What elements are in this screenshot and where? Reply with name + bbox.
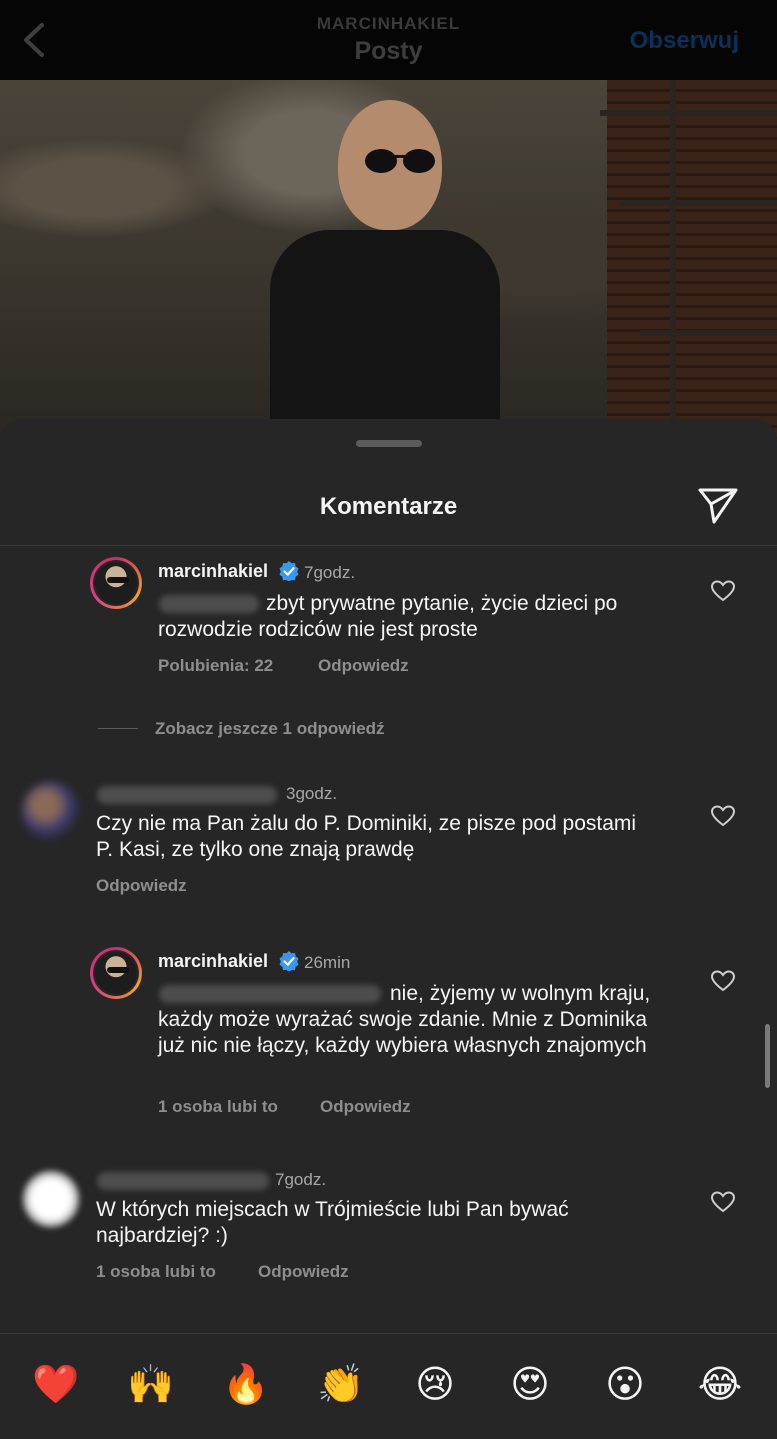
blurred-username (97, 1172, 269, 1190)
avatar[interactable] (22, 1170, 80, 1228)
avatar[interactable] (90, 557, 142, 609)
comment-username[interactable]: marcinhakiel (158, 561, 268, 582)
emoji-heart-eyes-button[interactable]: 😍 (505, 1360, 555, 1408)
reply-button[interactable]: Odpowiedz (318, 656, 409, 676)
sheet-title: Komentarze (319, 493, 458, 520)
sunglasses-graphic (365, 149, 435, 173)
share-icon[interactable] (697, 487, 739, 525)
comment-time: 7godz. (275, 1170, 327, 1189)
emoji-crying-button[interactable]: 😢 (410, 1360, 460, 1408)
follow-button[interactable]: Obserwuj (630, 27, 739, 55)
likes-count[interactable]: 1 osoba lubi to (158, 1097, 278, 1117)
comment-text: Czy nie ma Pan żalu do P. Dominiki, ze p… (96, 812, 637, 861)
verified-badge-icon (279, 561, 299, 581)
emoji-fire-button[interactable]: 🔥 (221, 1360, 271, 1408)
comment-time: 3godz. (286, 784, 338, 803)
comment-text: zbyt prywatne pytanie, życie dzieci po r… (158, 592, 618, 641)
emoji-clap-button[interactable]: 👏 (316, 1360, 366, 1408)
photo-rod (600, 110, 777, 116)
avatar[interactable] (22, 782, 80, 840)
comment-username[interactable]: marcinhakiel (158, 951, 268, 972)
likes-count[interactable]: Polubienia: 22 (158, 656, 273, 676)
sheet-drag-handle[interactable] (356, 440, 422, 447)
emoji-laughing-button[interactable]: 😂 (695, 1360, 745, 1408)
reply-button[interactable]: Odpowiedz (320, 1097, 411, 1117)
photo-rod (670, 80, 676, 440)
emoji-surprised-button[interactable]: 😮 (600, 1360, 650, 1408)
scrollbar[interactable] (765, 1024, 770, 1088)
heart-icon[interactable] (711, 1191, 735, 1213)
top-bar: MARCINHAKIEL Posty Obserwuj (0, 0, 777, 80)
photo-person-body (270, 230, 500, 440)
reply-button[interactable]: Odpowiedz (258, 1262, 349, 1282)
reply-button[interactable]: Odpowiedz (96, 876, 187, 896)
photo-rod (640, 330, 777, 336)
post-photo (0, 80, 777, 440)
view-more-line (98, 728, 138, 729)
comment-text: W których miejscach w Trójmieście lubi P… (96, 1198, 569, 1247)
comment-time: 26min (304, 953, 351, 972)
heart-icon[interactable] (711, 805, 735, 827)
heart-icon[interactable] (711, 580, 735, 602)
photo-rod (620, 200, 777, 206)
likes-count[interactable]: 1 osoba lubi to (96, 1262, 216, 1282)
comment-time: 7godz. (304, 563, 356, 582)
sheet-divider (0, 545, 777, 546)
emoji-raised-hands-button[interactable]: 🙌 (126, 1360, 176, 1408)
heart-icon[interactable] (711, 970, 735, 992)
photo-shutter (607, 80, 777, 440)
emoji-heart-button[interactable]: ❤️ (31, 1360, 81, 1408)
comment-text: nie, żyjemy w wolnym kraju, każdy może w… (158, 982, 651, 1057)
view-more-replies[interactable]: Zobacz jeszcze 1 odpowiedź (155, 719, 385, 739)
emoji-bar-divider (0, 1333, 777, 1334)
blurred-username (97, 786, 277, 804)
verified-badge-icon (279, 951, 299, 971)
avatar[interactable] (90, 947, 142, 999)
